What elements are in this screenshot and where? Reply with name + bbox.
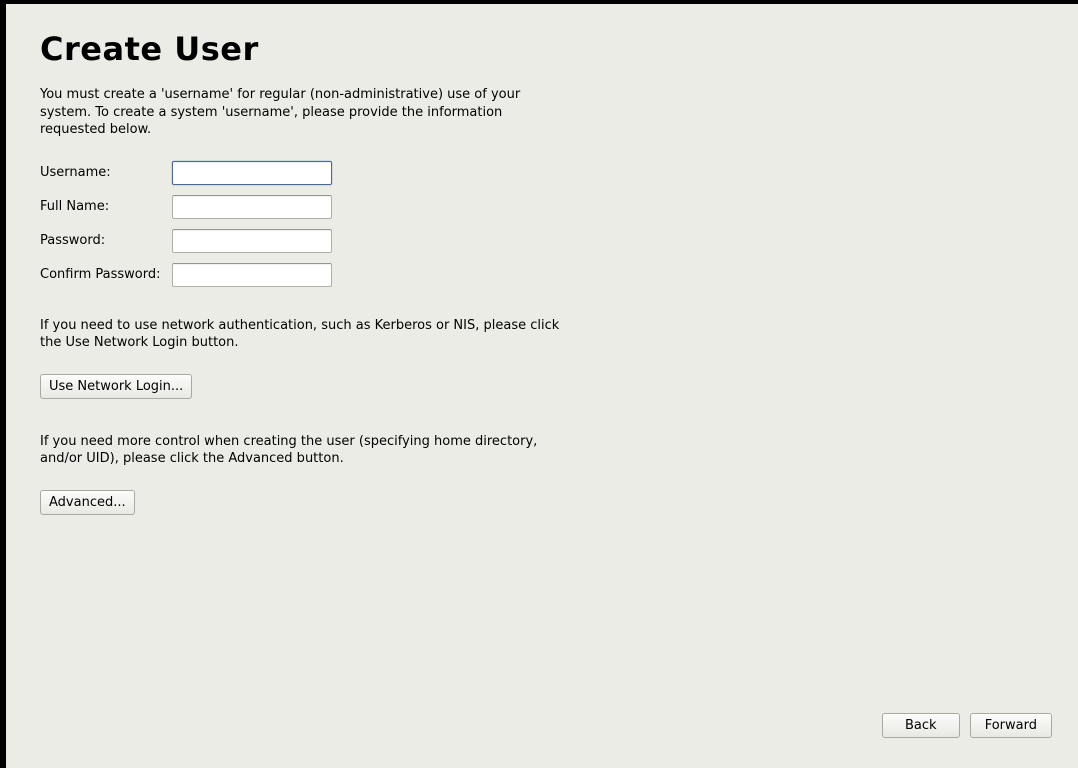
page-title: Create User [40, 30, 1044, 68]
row-password: Password: [40, 229, 1044, 253]
advanced-button-row: Advanced... [40, 490, 1044, 515]
label-password: Password: [40, 233, 172, 248]
row-confirm: Confirm Password: [40, 263, 1044, 287]
network-hint: If you need to use network authenticatio… [40, 317, 570, 352]
network-button-row: Use Network Login... [40, 374, 1044, 399]
advanced-button[interactable]: Advanced... [40, 490, 135, 515]
confirm-password-input[interactable] [172, 263, 332, 287]
nav-bar: Back Forward [882, 713, 1052, 738]
label-username: Username: [40, 165, 172, 180]
page-description: You must create a 'username' for regular… [40, 86, 570, 139]
use-network-login-button[interactable]: Use Network Login... [40, 374, 192, 399]
label-fullname: Full Name: [40, 199, 172, 214]
user-form: Username: Full Name: Password: Confirm P… [40, 161, 1044, 287]
create-user-panel: Create User You must create a 'username'… [6, 4, 1078, 768]
row-fullname: Full Name: [40, 195, 1044, 219]
password-input[interactable] [172, 229, 332, 253]
label-confirm: Confirm Password: [40, 267, 172, 282]
row-username: Username: [40, 161, 1044, 185]
username-input[interactable] [172, 161, 332, 185]
fullname-input[interactable] [172, 195, 332, 219]
forward-button[interactable]: Forward [970, 713, 1052, 738]
advanced-hint: If you need more control when creating t… [40, 433, 570, 468]
back-button[interactable]: Back [882, 713, 960, 738]
